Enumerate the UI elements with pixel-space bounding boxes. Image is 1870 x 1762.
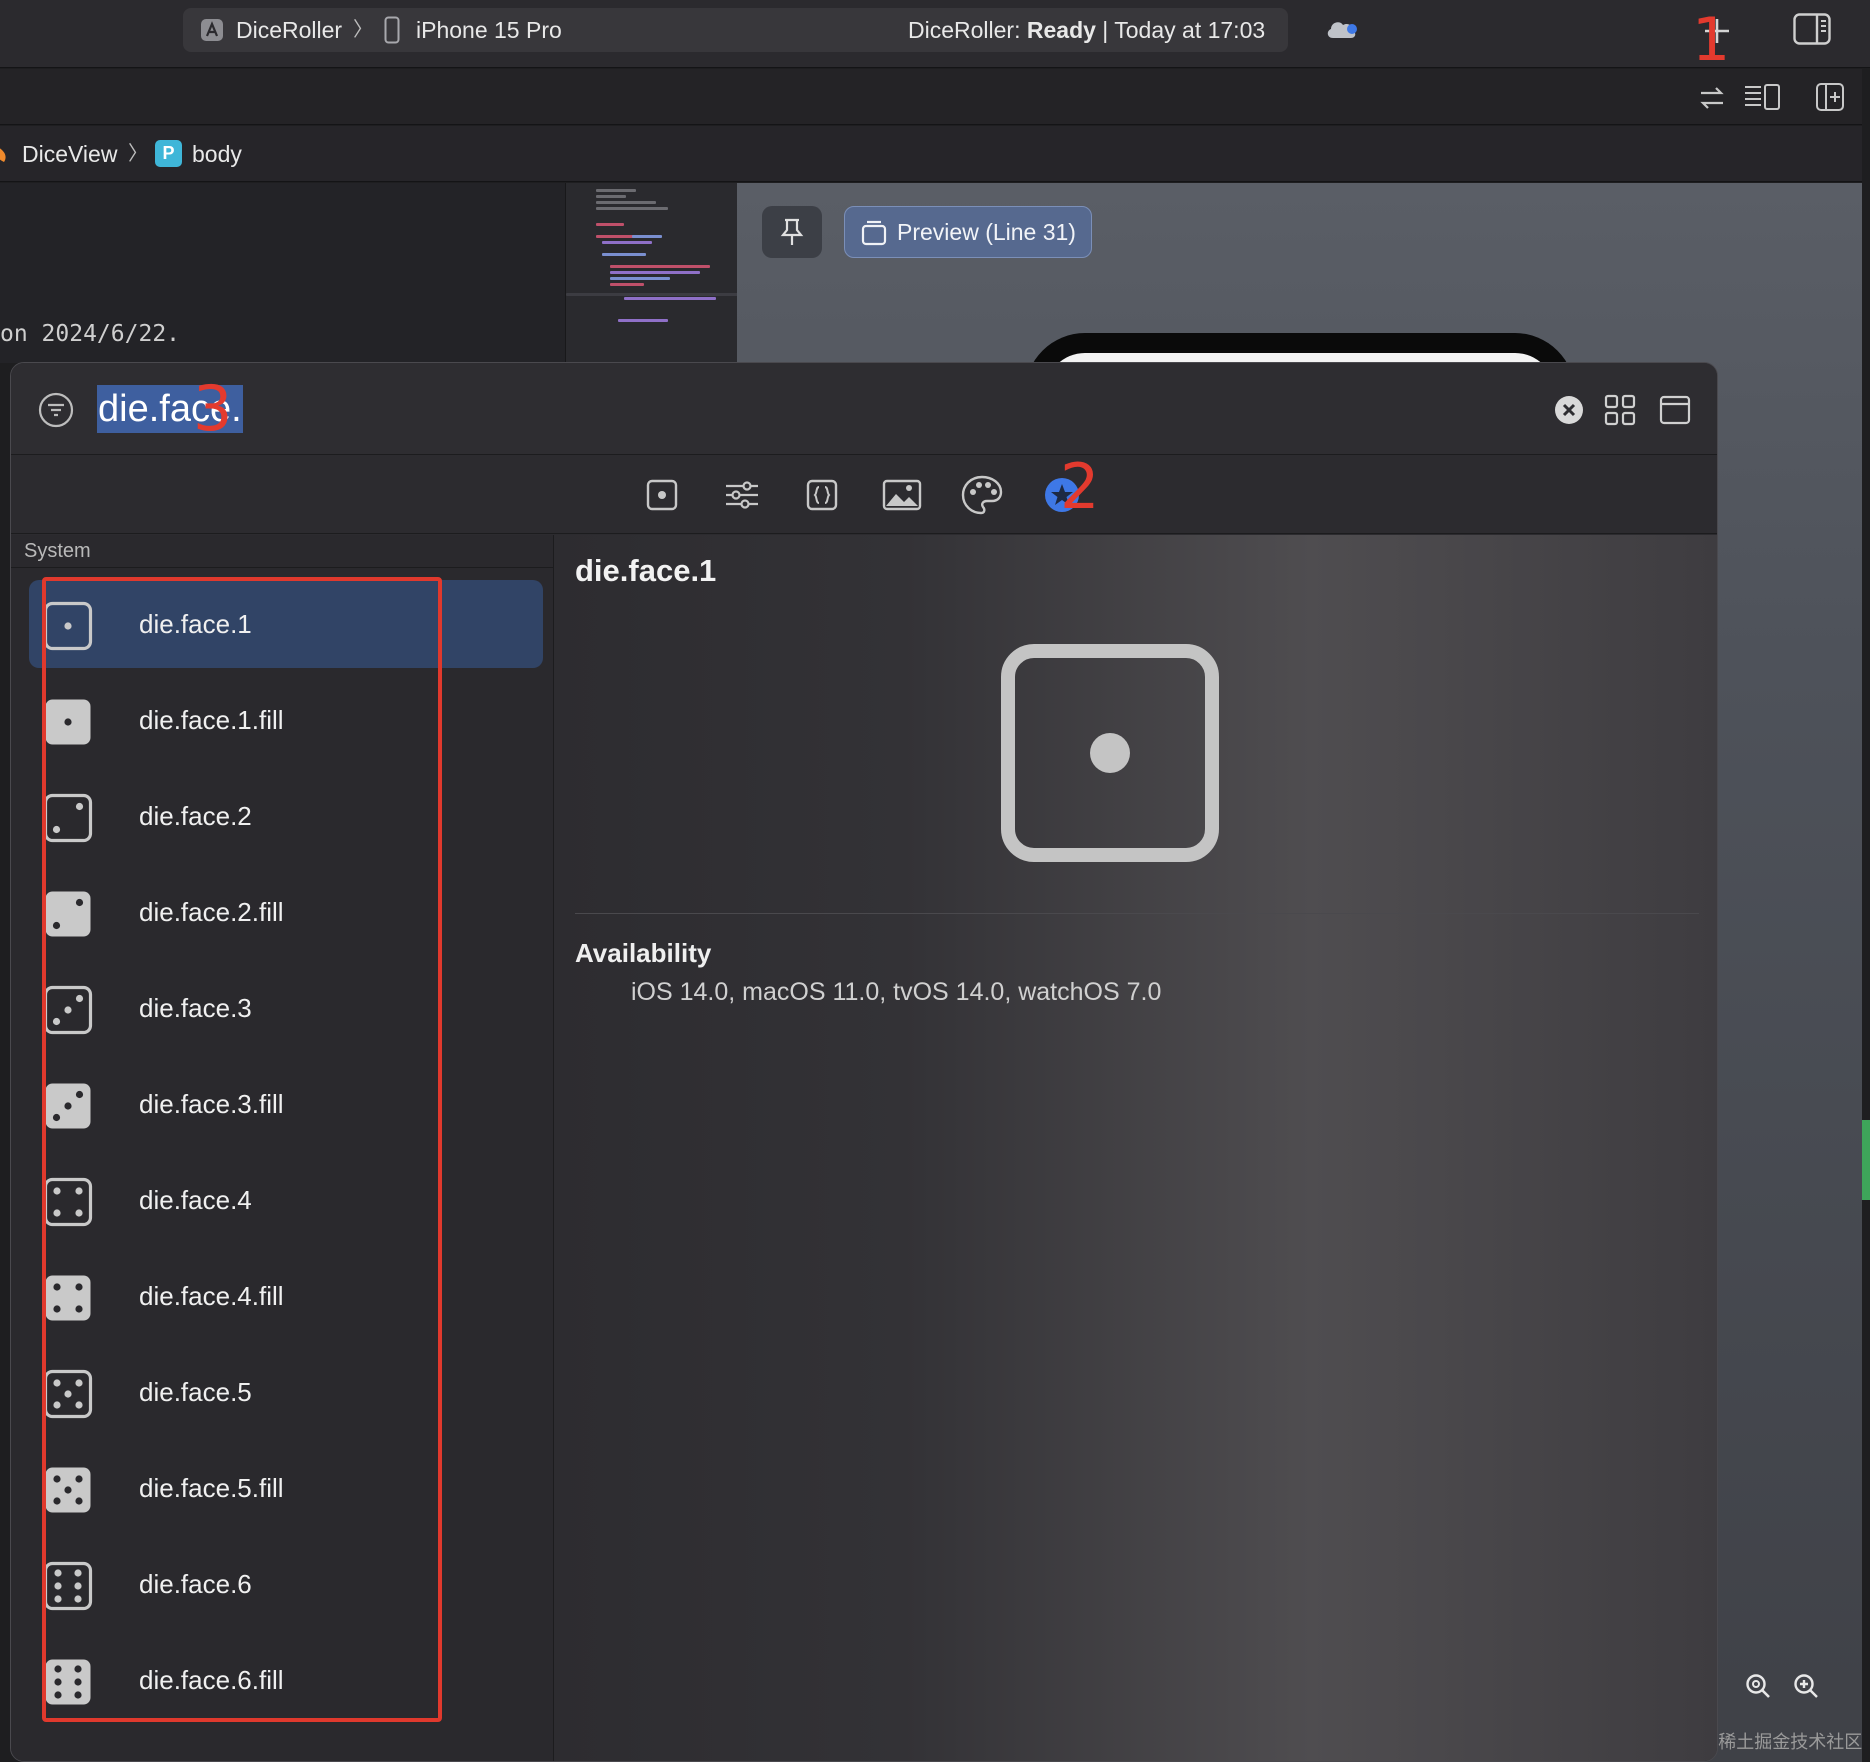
grid-view-icon[interactable]: [1604, 394, 1636, 426]
tab-media-icon[interactable]: [877, 470, 927, 520]
zoom-in-icon[interactable]: [1792, 1672, 1820, 1700]
clear-search-icon[interactable]: [1554, 395, 1584, 425]
zoom-controls: [1718, 1658, 1862, 1714]
editor-tab-bar: [0, 69, 1862, 125]
scheme-project[interactable]: DiceRoller: [236, 8, 342, 52]
xcode-project-icon: [201, 19, 223, 41]
annotation-number-1: 1: [1692, 5, 1731, 75]
watermark: @稀土掘金技术社区: [1700, 1732, 1863, 1752]
cloud-icon[interactable]: [1324, 16, 1360, 42]
tab-modifiers-icon[interactable]: [717, 470, 767, 520]
code-line: on 2024/6/22.: [0, 321, 181, 347]
scheme-chevron-icon: 〉: [353, 19, 373, 41]
detail-title: die.face.1: [575, 553, 717, 588]
annotation-number-2: 2: [1060, 450, 1100, 523]
minimap[interactable]: [565, 183, 738, 363]
switch-editor-icon[interactable]: [1697, 84, 1727, 112]
jump-bar: DiceView 〉 P body: [0, 126, 1862, 182]
tab-views-icon[interactable]: [637, 470, 687, 520]
zoom-out-icon[interactable]: [1744, 1672, 1772, 1700]
preview-window-icon: [861, 220, 887, 246]
detail-divider: [575, 913, 1699, 914]
add-editor-icon[interactable]: [1815, 82, 1845, 112]
tab-snippets-icon[interactable]: [797, 470, 847, 520]
preview-selector-button[interactable]: Preview (Line 31): [844, 206, 1092, 258]
availability-platforms: iOS 14.0, macOS 11.0, tvOS 14.0, watchOS…: [631, 978, 1162, 1006]
tab-colors-icon[interactable]: [957, 470, 1007, 520]
filter-icon[interactable]: [38, 392, 74, 428]
annotation-number-3: 3: [193, 372, 233, 445]
section-header: System: [24, 540, 91, 562]
breadcrumb-file[interactable]: DiceView: [22, 126, 117, 182]
symbol-detail: die.face.1 Availability iOS 14.0, macOS …: [554, 535, 1717, 1761]
availability-heading: Availability: [575, 938, 712, 968]
swift-file-icon: [0, 148, 6, 162]
pin-icon: [780, 218, 804, 245]
library-category-tabs: [11, 456, 1717, 534]
pin-preview-button[interactable]: [762, 206, 822, 258]
detail-view-icon[interactable]: [1659, 394, 1691, 426]
library-search-bar: die.face.: [11, 363, 1717, 455]
run-destination[interactable]: iPhone 15 Pro: [416, 8, 562, 52]
die-face-1-large-icon: [1001, 644, 1219, 862]
inspector-toggle-icon[interactable]: [1793, 13, 1831, 45]
breadcrumb-symbol[interactable]: body: [192, 126, 242, 182]
code-editor[interactable]: on 2024/6/22.: [0, 183, 565, 363]
build-status: DiceRoller: Ready | Today at 17:03: [908, 17, 1266, 43]
property-badge-icon: P: [155, 140, 182, 167]
breadcrumb-chevron-icon: 〉: [128, 143, 148, 165]
editor-options-icon[interactable]: [1743, 82, 1783, 112]
change-indicator: [1862, 1120, 1870, 1200]
iphone-icon: [384, 16, 400, 44]
section-divider: [11, 567, 553, 568]
preview-label: Preview (Line 31): [897, 219, 1076, 245]
annotation-highlight-box: [42, 577, 442, 1722]
